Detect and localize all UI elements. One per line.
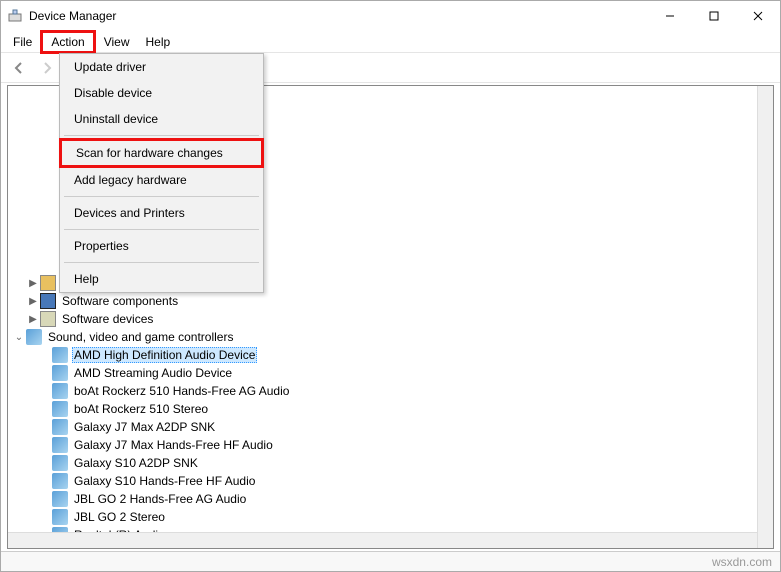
maximize-button[interactable]	[692, 1, 736, 31]
menu-uninstall-device[interactable]: Uninstall device	[60, 106, 263, 132]
menu-separator	[64, 135, 259, 136]
tree-node-software-devices[interactable]: ▶ Software devices	[8, 310, 773, 328]
window-title: Device Manager	[29, 9, 648, 23]
speaker-icon	[52, 419, 68, 435]
tree-label: Galaxy J7 Max Hands-Free HF Audio	[72, 438, 275, 452]
tree-node-audio-device[interactable]: JBL GO 2 Stereo	[8, 508, 773, 526]
app-icon	[7, 8, 23, 24]
tree-label: Galaxy S10 Hands-Free HF Audio	[72, 474, 257, 488]
speaker-icon	[26, 329, 42, 345]
speaker-icon	[52, 365, 68, 381]
menu-add-legacy[interactable]: Add legacy hardware	[60, 167, 263, 193]
scrollbar-horizontal[interactable]	[8, 532, 757, 548]
menu-update-driver[interactable]: Update driver	[60, 54, 263, 80]
chevron-right-icon[interactable]: ▶	[26, 296, 40, 307]
tree-label: Software components	[60, 294, 180, 308]
software-icon	[40, 293, 56, 309]
security-icon	[40, 275, 56, 291]
minimize-button[interactable]	[648, 1, 692, 31]
speaker-icon	[52, 401, 68, 417]
speaker-icon	[52, 491, 68, 507]
menu-separator	[64, 262, 259, 263]
speaker-icon	[52, 509, 68, 525]
tree-node-audio-device[interactable]: AMD Streaming Audio Device	[8, 364, 773, 382]
speaker-icon	[52, 347, 68, 363]
menu-view[interactable]: View	[96, 33, 138, 51]
tree-label: Galaxy J7 Max A2DP SNK	[72, 420, 217, 434]
tree-node-sound[interactable]: ⌄ Sound, video and game controllers	[8, 328, 773, 346]
tree-label: AMD High Definition Audio Device	[72, 347, 257, 363]
tree-node-audio-device[interactable]: Galaxy J7 Max A2DP SNK	[8, 418, 773, 436]
tree-node-audio-device[interactable]: boAt Rockerz 510 Stereo	[8, 400, 773, 418]
tree-label: boAt Rockerz 510 Hands-Free AG Audio	[72, 384, 291, 398]
tree-node-software-components[interactable]: ▶ Software components	[8, 292, 773, 310]
back-button[interactable]	[7, 56, 31, 80]
chevron-right-icon[interactable]: ▶	[26, 314, 40, 325]
titlebar: Device Manager	[1, 1, 780, 31]
action-menu: Update driver Disable device Uninstall d…	[59, 53, 264, 293]
speaker-icon	[52, 473, 68, 489]
speaker-icon	[52, 383, 68, 399]
device-icon	[40, 311, 56, 327]
menu-properties[interactable]: Properties	[60, 233, 263, 259]
tree-label: AMD Streaming Audio Device	[72, 366, 234, 380]
menu-disable-device[interactable]: Disable device	[60, 80, 263, 106]
speaker-icon	[52, 455, 68, 471]
speaker-icon	[52, 437, 68, 453]
menu-action[interactable]: Action	[40, 30, 95, 54]
tree-node-audio-device[interactable]: Galaxy J7 Max Hands-Free HF Audio	[8, 436, 773, 454]
menubar: File Action View Help	[1, 31, 780, 53]
tree-node-audio-device[interactable]: Galaxy S10 Hands-Free HF Audio	[8, 472, 773, 490]
tree-node-audio-device[interactable]: boAt Rockerz 510 Hands-Free AG Audio	[8, 382, 773, 400]
window-controls	[648, 1, 780, 31]
tree-node-audio-device[interactable]: JBL GO 2 Hands-Free AG Audio	[8, 490, 773, 508]
menu-help[interactable]: Help	[138, 33, 179, 51]
menu-scan-hardware[interactable]: Scan for hardware changes	[59, 138, 264, 168]
forward-button[interactable]	[35, 56, 59, 80]
scrollbar-vertical[interactable]	[757, 86, 773, 548]
tree-label: Sound, video and game controllers	[46, 330, 235, 344]
menu-devices-printers[interactable]: Devices and Printers	[60, 200, 263, 226]
close-button[interactable]	[736, 1, 780, 31]
menu-separator	[64, 229, 259, 230]
statusbar: wsxdn.com	[1, 551, 780, 571]
chevron-down-icon[interactable]: ⌄	[12, 332, 26, 343]
menu-file[interactable]: File	[5, 33, 40, 51]
tree-label: Galaxy S10 A2DP SNK	[72, 456, 200, 470]
tree-node-audio-device[interactable]: Galaxy S10 A2DP SNK	[8, 454, 773, 472]
tree-label: JBL GO 2 Hands-Free AG Audio	[72, 492, 248, 506]
chevron-right-icon[interactable]: ▶	[26, 278, 40, 289]
menu-help-item[interactable]: Help	[60, 266, 263, 292]
tree-label: boAt Rockerz 510 Stereo	[72, 402, 210, 416]
tree-label: Software devices	[60, 312, 155, 326]
tree-label: JBL GO 2 Stereo	[72, 510, 167, 524]
tree-node-audio-device[interactable]: AMD High Definition Audio Device	[8, 346, 773, 364]
menu-separator	[64, 196, 259, 197]
watermark: wsxdn.com	[712, 555, 772, 569]
